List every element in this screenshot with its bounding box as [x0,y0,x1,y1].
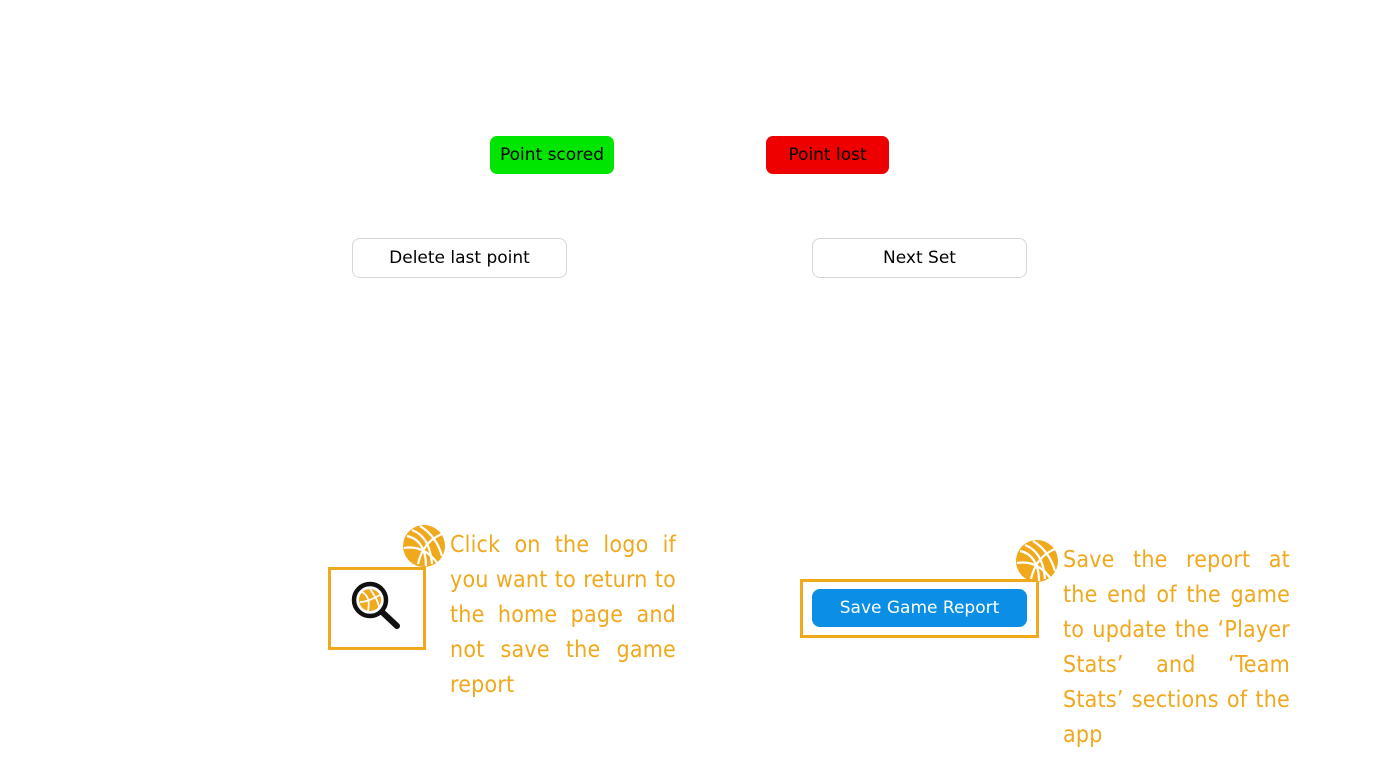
point-lost-button[interactable]: Point lost [766,136,889,174]
next-set-button[interactable]: Next Set [812,238,1027,278]
save-report-hint-annotation: Save the report at the end of the game t… [1063,547,1290,748]
volleyball-magnifier-logo-icon[interactable] [350,580,404,630]
point-scored-button[interactable]: Point scored [490,136,614,174]
volleyball-icon [402,524,446,568]
volleyball-icon [1015,539,1059,583]
logo-hint-annotation: Click on the logo if you want to return … [450,532,676,698]
delete-last-point-button[interactable]: Delete last point [352,238,567,278]
save-game-report-button[interactable]: Save Game Report [812,589,1027,627]
